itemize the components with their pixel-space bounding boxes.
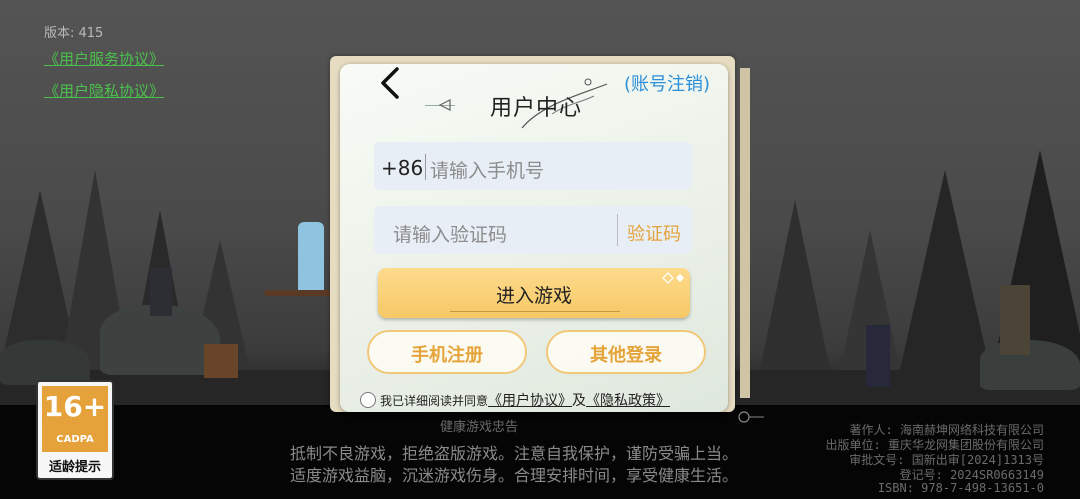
- user-agreement-link[interactable]: 《用户协议》: [488, 393, 572, 409]
- enter-button-underline: [450, 311, 620, 312]
- diamond-ornament-icon: [662, 272, 684, 284]
- privacy-agreement-link[interactable]: 《用户隐私协议》: [44, 80, 164, 101]
- get-code-button[interactable]: 验证码: [627, 220, 681, 246]
- cancel-account-link[interactable]: (账号注销): [624, 70, 710, 96]
- service-agreement-link[interactable]: 《用户服务协议》: [44, 48, 164, 69]
- crate: [204, 344, 238, 378]
- rating-age: 16+: [43, 390, 107, 423]
- health-notice-title: 健康游戏忠告: [440, 420, 519, 435]
- tree-silhouette: [760, 200, 830, 370]
- panel-title: 用户中心: [490, 96, 583, 121]
- enter-game-label: 进入游戏: [495, 285, 572, 307]
- code-separator: [617, 214, 618, 246]
- phone-register-label: 手机注册: [411, 345, 483, 366]
- agreement-text: 我已详细阅读并同意《用户协议》及《隐私政策》: [380, 390, 670, 410]
- code-input[interactable]: 请输入验证码: [393, 220, 507, 247]
- wooden-scaffold: [265, 290, 335, 296]
- agree-prefix: 我已详细阅读并同意: [380, 394, 489, 408]
- character-knight: [150, 268, 172, 316]
- back-arrow-icon[interactable]: [378, 66, 402, 100]
- version-label: 版本: 415: [44, 26, 104, 41]
- triangle-ornament-icon: [438, 99, 451, 111]
- health-notice-line-1: 抵制不良游戏，拒绝盗版游戏。注意自我保护，谨防受骗上当。: [290, 444, 739, 463]
- rock: [0, 340, 90, 385]
- circle-ornament-icon: [738, 411, 764, 423]
- phone-input[interactable]: 请输入手机号: [430, 156, 544, 183]
- credit-isbn: ISBN: 978-7-498-13651-0: [877, 481, 1044, 495]
- other-login-label: 其他登录: [590, 345, 662, 366]
- rating-org: CADPA: [56, 434, 94, 445]
- rating-tip: 适龄提示: [48, 460, 101, 475]
- phone-separator: [425, 154, 426, 180]
- health-notice-line-2: 适度游戏益脑，沉迷游戏伤身。合理安排时间，享受健康生活。: [290, 466, 739, 485]
- privacy-policy-link[interactable]: 《隐私政策》: [586, 393, 670, 409]
- agree-and: 及: [572, 393, 587, 409]
- age-rating-badge: 16+ CADPA 适龄提示: [36, 380, 114, 480]
- panel-backing-edge: [740, 68, 750, 398]
- character-ninja: [866, 325, 890, 387]
- character-mage: [298, 222, 324, 292]
- agree-checkbox[interactable]: [360, 392, 376, 408]
- phone-register-button[interactable]: 手机注册: [367, 330, 527, 374]
- character-warrior: [1000, 285, 1030, 355]
- tree-silhouette: [900, 170, 990, 370]
- other-login-button[interactable]: 其他登录: [546, 330, 706, 374]
- rock: [980, 340, 1080, 390]
- phone-country-code[interactable]: +86: [381, 156, 423, 180]
